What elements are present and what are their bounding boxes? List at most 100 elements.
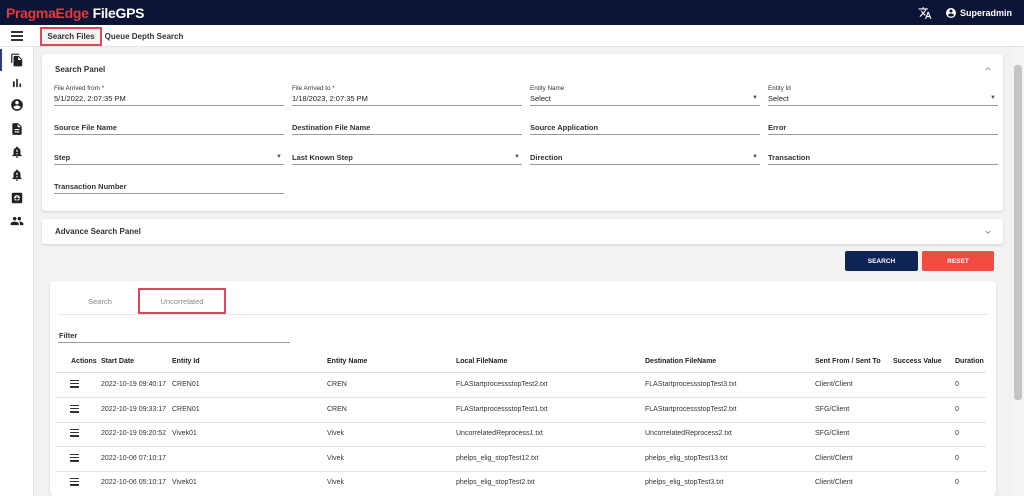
dashboard-icon[interactable] xyxy=(10,191,24,205)
entity-id-cell: CREN01 xyxy=(172,381,200,388)
search-button[interactable]: SEARCH xyxy=(845,251,918,271)
brand-name-red: PragmaEdge xyxy=(6,4,89,21)
source-application-field[interactable]: Source Application xyxy=(530,120,760,135)
transaction-field[interactable]: Transaction xyxy=(768,150,998,165)
col-start-date[interactable]: Start Date xyxy=(101,358,134,365)
col-actions[interactable]: Actions xyxy=(71,358,97,365)
sent-from-to-cell: Client/Client xyxy=(815,381,853,388)
entity-name-cell: Vivek xyxy=(327,455,344,462)
transaction-number-label: Transaction Number xyxy=(54,182,127,191)
transaction-number-field[interactable]: Transaction Number xyxy=(54,179,284,194)
bar-chart-icon[interactable] xyxy=(10,76,24,90)
app-logo: PragmaEdge FileGPS xyxy=(6,5,144,21)
row-actions-menu-icon[interactable] xyxy=(70,380,79,388)
dropdown-arrow-icon: ▼ xyxy=(752,95,758,101)
destination-filename-cell: FLAStartprocessstopTest2.txt xyxy=(645,406,737,413)
direction-label: Direction xyxy=(530,153,563,162)
start-date-cell: 2022-10-06 05:10:17 xyxy=(101,479,166,486)
group-icon[interactable] xyxy=(10,214,24,228)
filter-input[interactable]: Filter xyxy=(58,326,290,343)
file-arrived-from-field[interactable]: File Arrived from * 5/1/2022, 2:07:35 PM xyxy=(54,84,284,106)
row-actions-menu-icon[interactable] xyxy=(70,454,79,462)
dropdown-arrow-icon: ▼ xyxy=(276,154,282,160)
source-application-label: Source Application xyxy=(530,123,599,132)
bell-alert-icon[interactable] xyxy=(10,145,24,159)
document-icon[interactable] xyxy=(10,122,24,136)
entity-id-value: Select xyxy=(768,94,789,103)
destination-filename-cell: FLAStartprocessstopTest3.txt xyxy=(645,381,737,388)
col-success-value[interactable]: Success Value xyxy=(893,358,942,365)
page-scrollbar[interactable] xyxy=(1012,47,1024,496)
entity-id-label: Entity Id xyxy=(768,85,791,92)
chevron-down-icon[interactable] xyxy=(983,228,993,236)
last-known-step-select[interactable]: Last Known Step ▼ xyxy=(292,150,522,165)
transaction-label: Transaction xyxy=(768,153,811,162)
table-row[interactable]: 2022-10-06 07:10:17 Vivek phelps_elig_st… xyxy=(56,447,986,472)
hamburger-menu-icon[interactable] xyxy=(11,31,23,41)
user-name[interactable]: Superadmin xyxy=(960,8,1012,18)
col-duration[interactable]: Duration xyxy=(955,358,984,365)
start-date-cell: 2022-10-06 07:10:17 xyxy=(101,455,166,462)
scrollbar-thumb[interactable] xyxy=(1014,65,1022,400)
col-local-filename[interactable]: Local FileName xyxy=(456,358,507,365)
col-entity-name[interactable]: Entity Name xyxy=(327,358,367,365)
sent-from-to-cell: SFG/Client xyxy=(815,406,850,413)
tab-search-files[interactable]: Search Files xyxy=(40,27,102,46)
entity-name-value: Select xyxy=(530,94,551,103)
start-date-cell: 2022-10-19 09:20:52 xyxy=(101,430,166,437)
filter-label: Filter xyxy=(59,331,78,340)
dropdown-arrow-icon: ▼ xyxy=(752,154,758,160)
destination-filename-cell: phelps_elig_stopTest13.txt xyxy=(645,455,728,462)
bell-alert-2-icon[interactable] xyxy=(10,168,24,182)
tab-search[interactable]: Search xyxy=(60,288,140,314)
reset-button[interactable]: RESET xyxy=(922,251,994,271)
step-select[interactable]: Step ▼ xyxy=(54,150,284,165)
duration-cell: 0 xyxy=(955,455,959,462)
table-row[interactable]: 2022-10-19 09:20:52 Vivek01 Vivek Uncorr… xyxy=(56,422,986,447)
sidebar-active-indicator xyxy=(0,49,2,71)
source-file-name-field[interactable]: Source File Name xyxy=(54,120,284,135)
row-actions-menu-icon[interactable] xyxy=(70,405,79,413)
table-row[interactable]: 2022-10-19 09:40:17 CREN01 CREN FLAStart… xyxy=(56,373,986,398)
top-bar: PragmaEdge FileGPS Superadmin xyxy=(0,0,1024,25)
account-circle-icon[interactable] xyxy=(10,98,24,112)
step-label: Step xyxy=(54,153,71,162)
dropdown-arrow-icon: ▼ xyxy=(514,154,520,160)
error-field[interactable]: Error xyxy=(768,120,998,135)
start-date-cell: 2022-10-19 09:40:17 xyxy=(101,381,166,388)
entity-name-cell: Vivek xyxy=(327,430,344,437)
col-entity-id[interactable]: Entity Id xyxy=(172,358,200,365)
direction-select[interactable]: Direction ▼ xyxy=(530,150,760,165)
duration-cell: 0 xyxy=(955,381,959,388)
duration-cell: 0 xyxy=(955,406,959,413)
file-arrived-from-label: File Arrived from * xyxy=(54,85,105,92)
advance-search-panel-title: Advance Search Panel xyxy=(55,227,141,236)
local-filename-cell: phelps_elig_stopTest2.txt xyxy=(456,479,535,486)
advance-search-panel[interactable]: Advance Search Panel xyxy=(42,219,1003,244)
table-row[interactable]: 2022-10-19 09:33:17 CREN01 CREN FLAStart… xyxy=(56,398,986,423)
sent-from-to-cell: Client/Client xyxy=(815,479,853,486)
entity-name-select[interactable]: Entity Name Select ▼ xyxy=(530,84,760,106)
start-date-cell: 2022-10-19 09:33:17 xyxy=(101,406,166,413)
translate-icon[interactable] xyxy=(917,6,933,20)
entity-id-select[interactable]: Entity Id Select ▼ xyxy=(768,84,998,106)
tab-queue-depth-search[interactable]: Queue Depth Search xyxy=(104,27,184,46)
source-file-name-label: Source File Name xyxy=(54,123,117,132)
table-row[interactable]: 2022-10-06 05:10:17 Vivek01 Vivek phelps… xyxy=(56,471,986,496)
entity-id-cell: CREN01 xyxy=(172,406,200,413)
row-actions-menu-icon[interactable] xyxy=(70,478,79,486)
local-filename-cell: UncorrelatedReprocess1.txt xyxy=(456,430,543,437)
user-account-icon[interactable] xyxy=(945,7,957,19)
row-actions-menu-icon[interactable] xyxy=(70,429,79,437)
files-icon[interactable] xyxy=(10,53,24,67)
file-arrived-to-label: File Arrived to * xyxy=(292,85,335,92)
entity-name-cell: Vivek xyxy=(327,479,344,486)
file-arrived-to-field[interactable]: File Arrived to * 1/18/2023, 2:07:35 PM xyxy=(292,84,522,106)
chevron-up-icon[interactable] xyxy=(983,65,993,73)
col-sent-from-to[interactable]: Sent From / Sent To xyxy=(815,358,881,365)
tab-uncorrelated[interactable]: Uncorrelated xyxy=(138,288,226,314)
entity-id-cell: Vivek01 xyxy=(172,430,197,437)
col-destination-filename[interactable]: Destination FileName xyxy=(645,358,716,365)
destination-file-name-field[interactable]: Destination File Name xyxy=(292,120,522,135)
sent-from-to-cell: SFG/Client xyxy=(815,430,850,437)
